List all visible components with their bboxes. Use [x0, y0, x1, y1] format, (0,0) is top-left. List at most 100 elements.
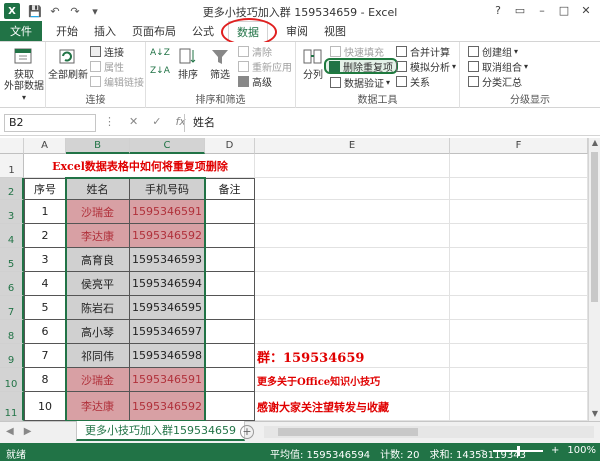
row-header-6[interactable]: 6	[0, 272, 24, 296]
ribbon-display-icon[interactable]: ▭	[510, 2, 530, 18]
table-row-name[interactable]: 沙瑞金	[66, 368, 130, 392]
cell[interactable]	[450, 178, 588, 200]
zoom-level[interactable]: 100%	[567, 445, 596, 456]
table-row-phone[interactable]: 1595346595	[130, 296, 205, 320]
table-row-note[interactable]	[205, 224, 255, 248]
data-validation-button[interactable]: 数据验证 ▾	[330, 76, 390, 90]
close-icon[interactable]: ✕	[576, 2, 596, 18]
cell[interactable]	[255, 224, 450, 248]
cell[interactable]	[450, 320, 588, 344]
group-button[interactable]: 创建组 ▾	[468, 45, 518, 59]
cell[interactable]	[450, 392, 588, 421]
row-header-5[interactable]: 5	[0, 248, 24, 272]
column-header-f[interactable]: F	[450, 138, 588, 154]
flash-fill-button[interactable]: 快速填充	[330, 45, 384, 59]
table-header-cell[interactable]: 姓名	[66, 178, 130, 200]
table-row-name[interactable]: 沙瑞金	[66, 200, 130, 224]
subtotal-button[interactable]: 分类汇总	[468, 75, 522, 89]
cell[interactable]	[255, 200, 450, 224]
table-row-phone[interactable]: 1595346597	[130, 320, 205, 344]
table-row-note[interactable]	[205, 296, 255, 320]
table-row-note[interactable]	[205, 272, 255, 296]
enter-icon[interactable]: ✓	[152, 115, 161, 128]
cell[interactable]	[255, 320, 450, 344]
scroll-up-icon[interactable]: ▲	[589, 138, 600, 150]
zoom-in-icon[interactable]: +	[551, 445, 559, 456]
table-row-no[interactable]: 7	[24, 344, 66, 368]
cell[interactable]	[450, 248, 588, 272]
tab-insert[interactable]: 插入	[86, 21, 124, 41]
table-row-phone[interactable]: 1595346594	[130, 272, 205, 296]
formula-input[interactable]: 姓名	[184, 114, 594, 132]
table-row-name[interactable]: 高育良	[66, 248, 130, 272]
table-header-cell[interactable]: 手机号码	[130, 178, 205, 200]
column-header-b[interactable]: B	[66, 138, 130, 154]
table-row-phone[interactable]: 1595346592	[130, 392, 205, 421]
consolidate-button[interactable]: 合并计算	[396, 45, 450, 59]
table-row-note[interactable]	[205, 392, 255, 421]
zoom-out-icon[interactable]: –	[480, 445, 485, 456]
table-row-note[interactable]	[205, 200, 255, 224]
remove-duplicates-button[interactable]: 删除重复项	[324, 58, 398, 74]
save-icon[interactable]: 💾	[28, 5, 42, 18]
table-row-no[interactable]: 5	[24, 296, 66, 320]
table-row-name[interactable]: 侯亮平	[66, 272, 130, 296]
cell[interactable]	[255, 154, 450, 178]
cell[interactable]	[255, 178, 450, 200]
table-row-name[interactable]: 李达康	[66, 392, 130, 421]
table-row-no[interactable]: 6	[24, 320, 66, 344]
table-row-phone[interactable]: 1595346593	[130, 248, 205, 272]
table-row-name[interactable]: 陈岩石	[66, 296, 130, 320]
table-row-phone[interactable]: 1595346591	[130, 200, 205, 224]
table-row-note[interactable]	[205, 344, 255, 368]
table-row-phone[interactable]: 1595346592	[130, 224, 205, 248]
cell[interactable]	[255, 296, 450, 320]
add-sheet-icon[interactable]: +	[240, 425, 254, 439]
table-row-no[interactable]: 2	[24, 224, 66, 248]
undo-icon[interactable]: ↶	[48, 5, 62, 18]
table-header-cell[interactable]: 备注	[205, 178, 255, 200]
row-header-11[interactable]: 11	[0, 392, 24, 421]
tab-review[interactable]: 审阅	[278, 21, 316, 41]
column-header-c[interactable]: C	[130, 138, 205, 154]
prev-sheet-icon[interactable]: ◀	[6, 426, 14, 437]
note-thanks[interactable]: 感谢大家关注望转发与收藏	[255, 392, 455, 421]
cell[interactable]	[255, 248, 450, 272]
cell[interactable]	[450, 344, 588, 368]
table-row-no[interactable]: 10	[24, 392, 66, 421]
cell[interactable]	[450, 272, 588, 296]
table-row-no[interactable]: 1	[24, 200, 66, 224]
edit-links-button[interactable]: 编辑链接	[90, 75, 144, 89]
cancel-icon[interactable]: ✕	[129, 115, 138, 128]
properties-button[interactable]: 属性	[90, 60, 124, 74]
table-row-no[interactable]: 3	[24, 248, 66, 272]
row-header-9[interactable]: 9	[0, 344, 24, 368]
vertical-scrollbar[interactable]: ▲ ▼	[588, 138, 600, 421]
customize-qat-icon[interactable]: ▾	[88, 5, 102, 18]
cell[interactable]	[450, 368, 588, 392]
row-header-1[interactable]: 1	[0, 154, 24, 178]
zoom-slider[interactable]	[493, 445, 543, 456]
note-office-tips[interactable]: 更多关于Office知识小技巧	[255, 368, 455, 392]
column-header-d[interactable]: D	[205, 138, 255, 154]
sheet-tab-active[interactable]: 更多小技巧加入群159534659	[76, 421, 245, 441]
table-row-name[interactable]: 李达康	[66, 224, 130, 248]
sort-ascending-button[interactable]: A↓Z	[150, 46, 170, 59]
row-header-7[interactable]: 7	[0, 296, 24, 320]
horizontal-scroll-thumb[interactable]	[278, 428, 418, 436]
clear-filter-button[interactable]: 清除	[238, 45, 272, 59]
row-header-8[interactable]: 8	[0, 320, 24, 344]
table-row-phone[interactable]: 1595346591	[130, 368, 205, 392]
next-sheet-icon[interactable]: ▶	[24, 426, 32, 437]
cell[interactable]	[450, 224, 588, 248]
table-row-no[interactable]: 8	[24, 368, 66, 392]
relationships-button[interactable]: 关系	[396, 75, 430, 89]
sort-descending-button[interactable]: Z↓A	[150, 64, 170, 77]
vertical-scroll-thumb[interactable]	[591, 152, 598, 302]
maximize-icon[interactable]: □	[554, 2, 574, 18]
horizontal-scrollbar[interactable]	[264, 426, 594, 438]
row-header-10[interactable]: 10	[0, 368, 24, 392]
tab-formulas[interactable]: 公式	[184, 21, 222, 41]
cell[interactable]	[255, 272, 450, 296]
get-external-data-button[interactable]: 获取 外部数据 ▾	[4, 46, 44, 103]
